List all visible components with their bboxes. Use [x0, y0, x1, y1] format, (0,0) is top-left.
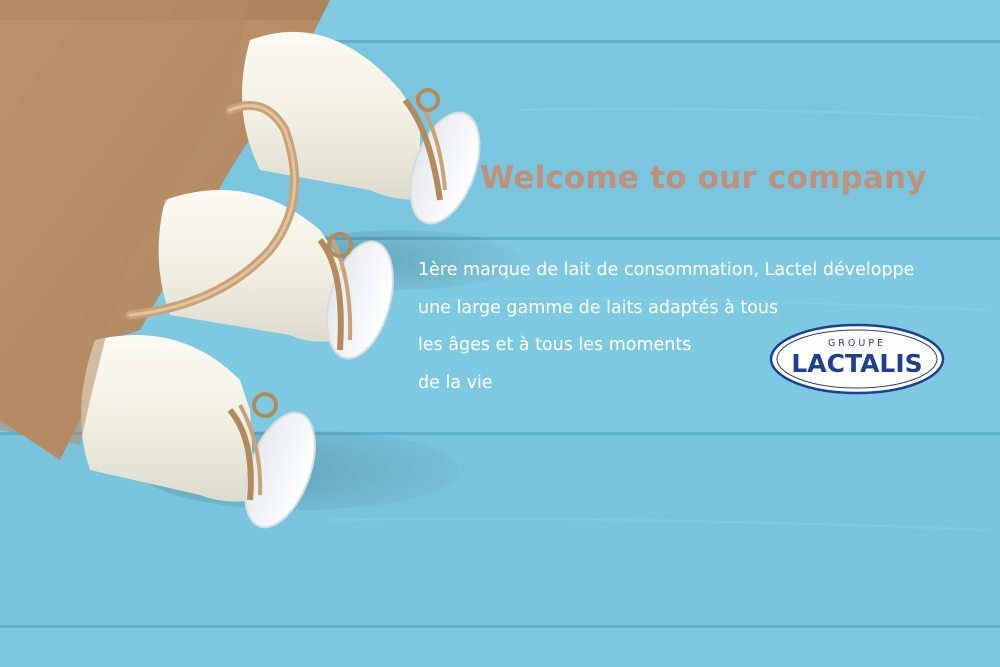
page-title: Welcome to our company: [480, 160, 927, 196]
lactalis-logo-icon: GROUPE LACTALIS: [768, 320, 946, 398]
banner: Welcome to our company 1ère marque de la…: [0, 0, 1000, 667]
logo-main-text: LACTALIS: [791, 349, 922, 378]
logo-top-text: GROUPE: [828, 338, 886, 349]
description-line: 1ère marque de lait de consommation, Lac…: [418, 260, 915, 280]
